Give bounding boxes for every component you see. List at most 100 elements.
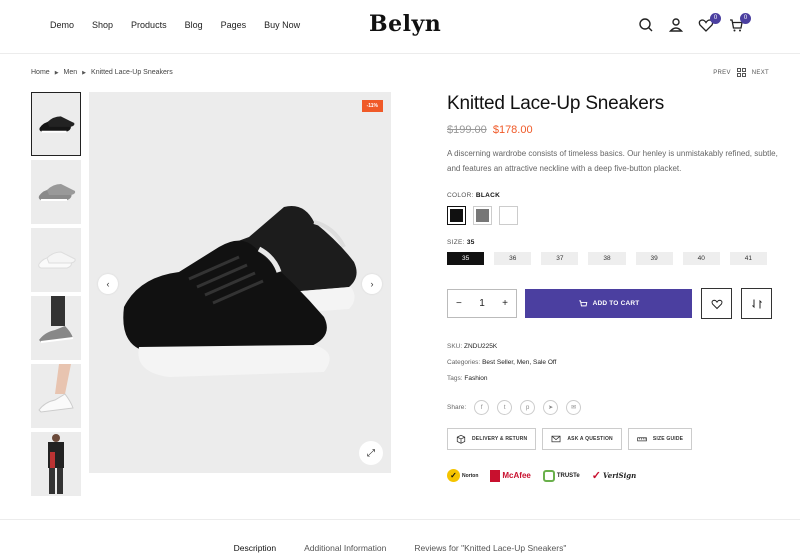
tags-row: Tags: Fashion [447,375,556,382]
thumbnail-grey-sneakers[interactable] [31,160,81,224]
compare-icon [751,299,762,308]
quantity-value[interactable]: 1 [479,298,485,309]
thumbnail-list [31,92,81,500]
divider [0,519,800,520]
size-option[interactable]: 41 [729,252,767,265]
checkmark-icon [542,469,555,482]
wishlist-icon[interactable]: 0 [698,13,721,33]
size-guide-button[interactable]: SIZE GUIDE [627,428,693,450]
size-value: 35 [466,239,475,246]
swatch-black[interactable] [447,206,466,225]
size-option[interactable]: 38 [588,252,626,265]
cart-icon[interactable]: 0 [728,13,751,33]
thumbnail-white-sneakers[interactable] [31,228,81,292]
chevron-right-icon: ▶ [54,69,59,76]
wishlist-count-badge: 0 [710,13,721,24]
nav-blog[interactable]: Blog [185,20,203,30]
verisign-label: VeriSign [602,471,637,480]
heart-icon [711,299,722,309]
product-description: A discerning wardrobe consists of timele… [447,149,778,173]
add-to-cart-label: ADD TO CART [592,300,640,307]
telegram-icon[interactable]: ➤ [543,400,559,415]
sku-label: SKU: [447,343,463,350]
nav-products[interactable]: Products [131,20,167,30]
thumbnail-black-sneakers[interactable] [31,92,81,156]
mcafee-label: McAfee [502,471,531,480]
nav-demo[interactable]: Demo [50,20,74,30]
ask-question-button[interactable]: ASK A QUESTION [542,428,622,450]
size-options: 35 36 37 38 39 40 41 [447,252,767,265]
breadcrumb-home[interactable]: Home [31,69,50,76]
product-tabs: Description Additional Information Revie… [0,543,800,553]
size-label: SIZE: 35 [447,239,767,246]
zoom-button[interactable]: ⤢ [359,441,383,465]
size-label-text: SIZE: [447,239,465,246]
search-icon[interactable] [638,17,654,33]
verisign-badge: ✓ VeriSign [592,469,637,482]
shield-icon [490,469,501,482]
tags-value[interactable]: Fashion [464,375,487,382]
quantity-stepper: − 1 + [447,289,517,318]
decrease-quantity-button[interactable]: − [456,298,462,309]
grid-icon[interactable] [736,68,746,77]
checkmark-icon: ✓ [591,470,601,482]
cart-count-badge: 0 [740,13,751,24]
chevron-right-icon: ▶ [82,69,87,76]
size-option[interactable]: 37 [541,252,579,265]
product-actions: DELIVERY & RETURN ASK A QUESTION SIZE GU… [447,428,693,450]
color-value: BLACK [475,192,501,199]
pinterest-icon[interactable]: p [520,400,536,415]
prev-link[interactable]: PREV [713,70,731,76]
nav-shop[interactable]: Shop [92,20,113,30]
tab-additional-information[interactable]: Additional Information [304,543,386,553]
categories-value[interactable]: Best Seller, Men, Sale Off [482,359,556,366]
thumbnail-model-outfit[interactable] [31,432,81,496]
sneakers-illustration [123,206,357,377]
size-option[interactable]: 35 [447,252,485,265]
twitter-icon[interactable]: t [497,400,513,415]
mail-icon [551,435,561,443]
main-nav: Demo Shop Products Blog Pages Buy Now [50,20,318,30]
nav-buy-now[interactable]: Buy Now [264,20,300,30]
swatch-white[interactable] [499,206,518,225]
old-price: $199.00 [447,124,487,136]
product-info: Knitted Lace-Up Sneakers $199.00 $178.00… [447,92,778,265]
product-title: Knitted Lace-Up Sneakers [447,93,664,114]
size-guide-label: SIZE GUIDE [652,436,684,442]
product-meta: SKU: ZNDU225K Categories: Best Seller, M… [447,343,556,391]
nav-pages[interactable]: Pages [221,20,247,30]
color-swatches [447,206,767,225]
sku-value: ZNDU225K [463,343,498,350]
share-label: Share: [447,404,467,411]
next-image-button[interactable]: › [362,274,382,294]
main-product-image[interactable]: -11% ‹ › ⤢ [89,92,391,473]
compare-button[interactable] [741,288,772,319]
size-option[interactable]: 39 [635,252,673,265]
facebook-icon[interactable]: f [474,400,490,415]
add-to-wishlist-button[interactable] [701,288,732,319]
delivery-return-button[interactable]: DELIVERY & RETURN [447,428,537,450]
color-label: COLOR: BLACK [447,192,767,199]
next-link[interactable]: NEXT [752,70,769,76]
tab-reviews[interactable]: Reviews for "Knitted Lace-Up Sneakers" [414,543,566,553]
product-price: $199.00 $178.00 [447,124,767,136]
checkmark-icon: ✓ [447,469,460,482]
thumbnail-grey-sneaker-worn[interactable] [31,296,81,360]
size-option[interactable]: 36 [494,252,532,265]
site-header: Demo Shop Products Blog Pages Buy Now Be… [0,0,800,54]
add-to-cart-button[interactable]: ADD TO CART [525,289,692,318]
thumbnail-white-sneaker-worn[interactable] [31,364,81,428]
cart-icon [578,299,587,306]
color-label-text: COLOR: [447,192,474,199]
email-icon[interactable]: ✉ [566,400,582,415]
swatch-grey[interactable] [473,206,492,225]
size-option[interactable]: 40 [682,252,720,265]
increase-quantity-button[interactable]: + [502,298,508,309]
header-icons: 0 0 [638,13,751,33]
tab-description[interactable]: Description [234,543,277,553]
categories-row: Categories: Best Seller, Men, Sale Off [447,359,556,366]
account-icon[interactable] [668,17,684,33]
breadcrumb-men[interactable]: Men [64,69,78,76]
ruler-icon [637,437,647,442]
site-logo[interactable]: Belyn [369,11,441,37]
